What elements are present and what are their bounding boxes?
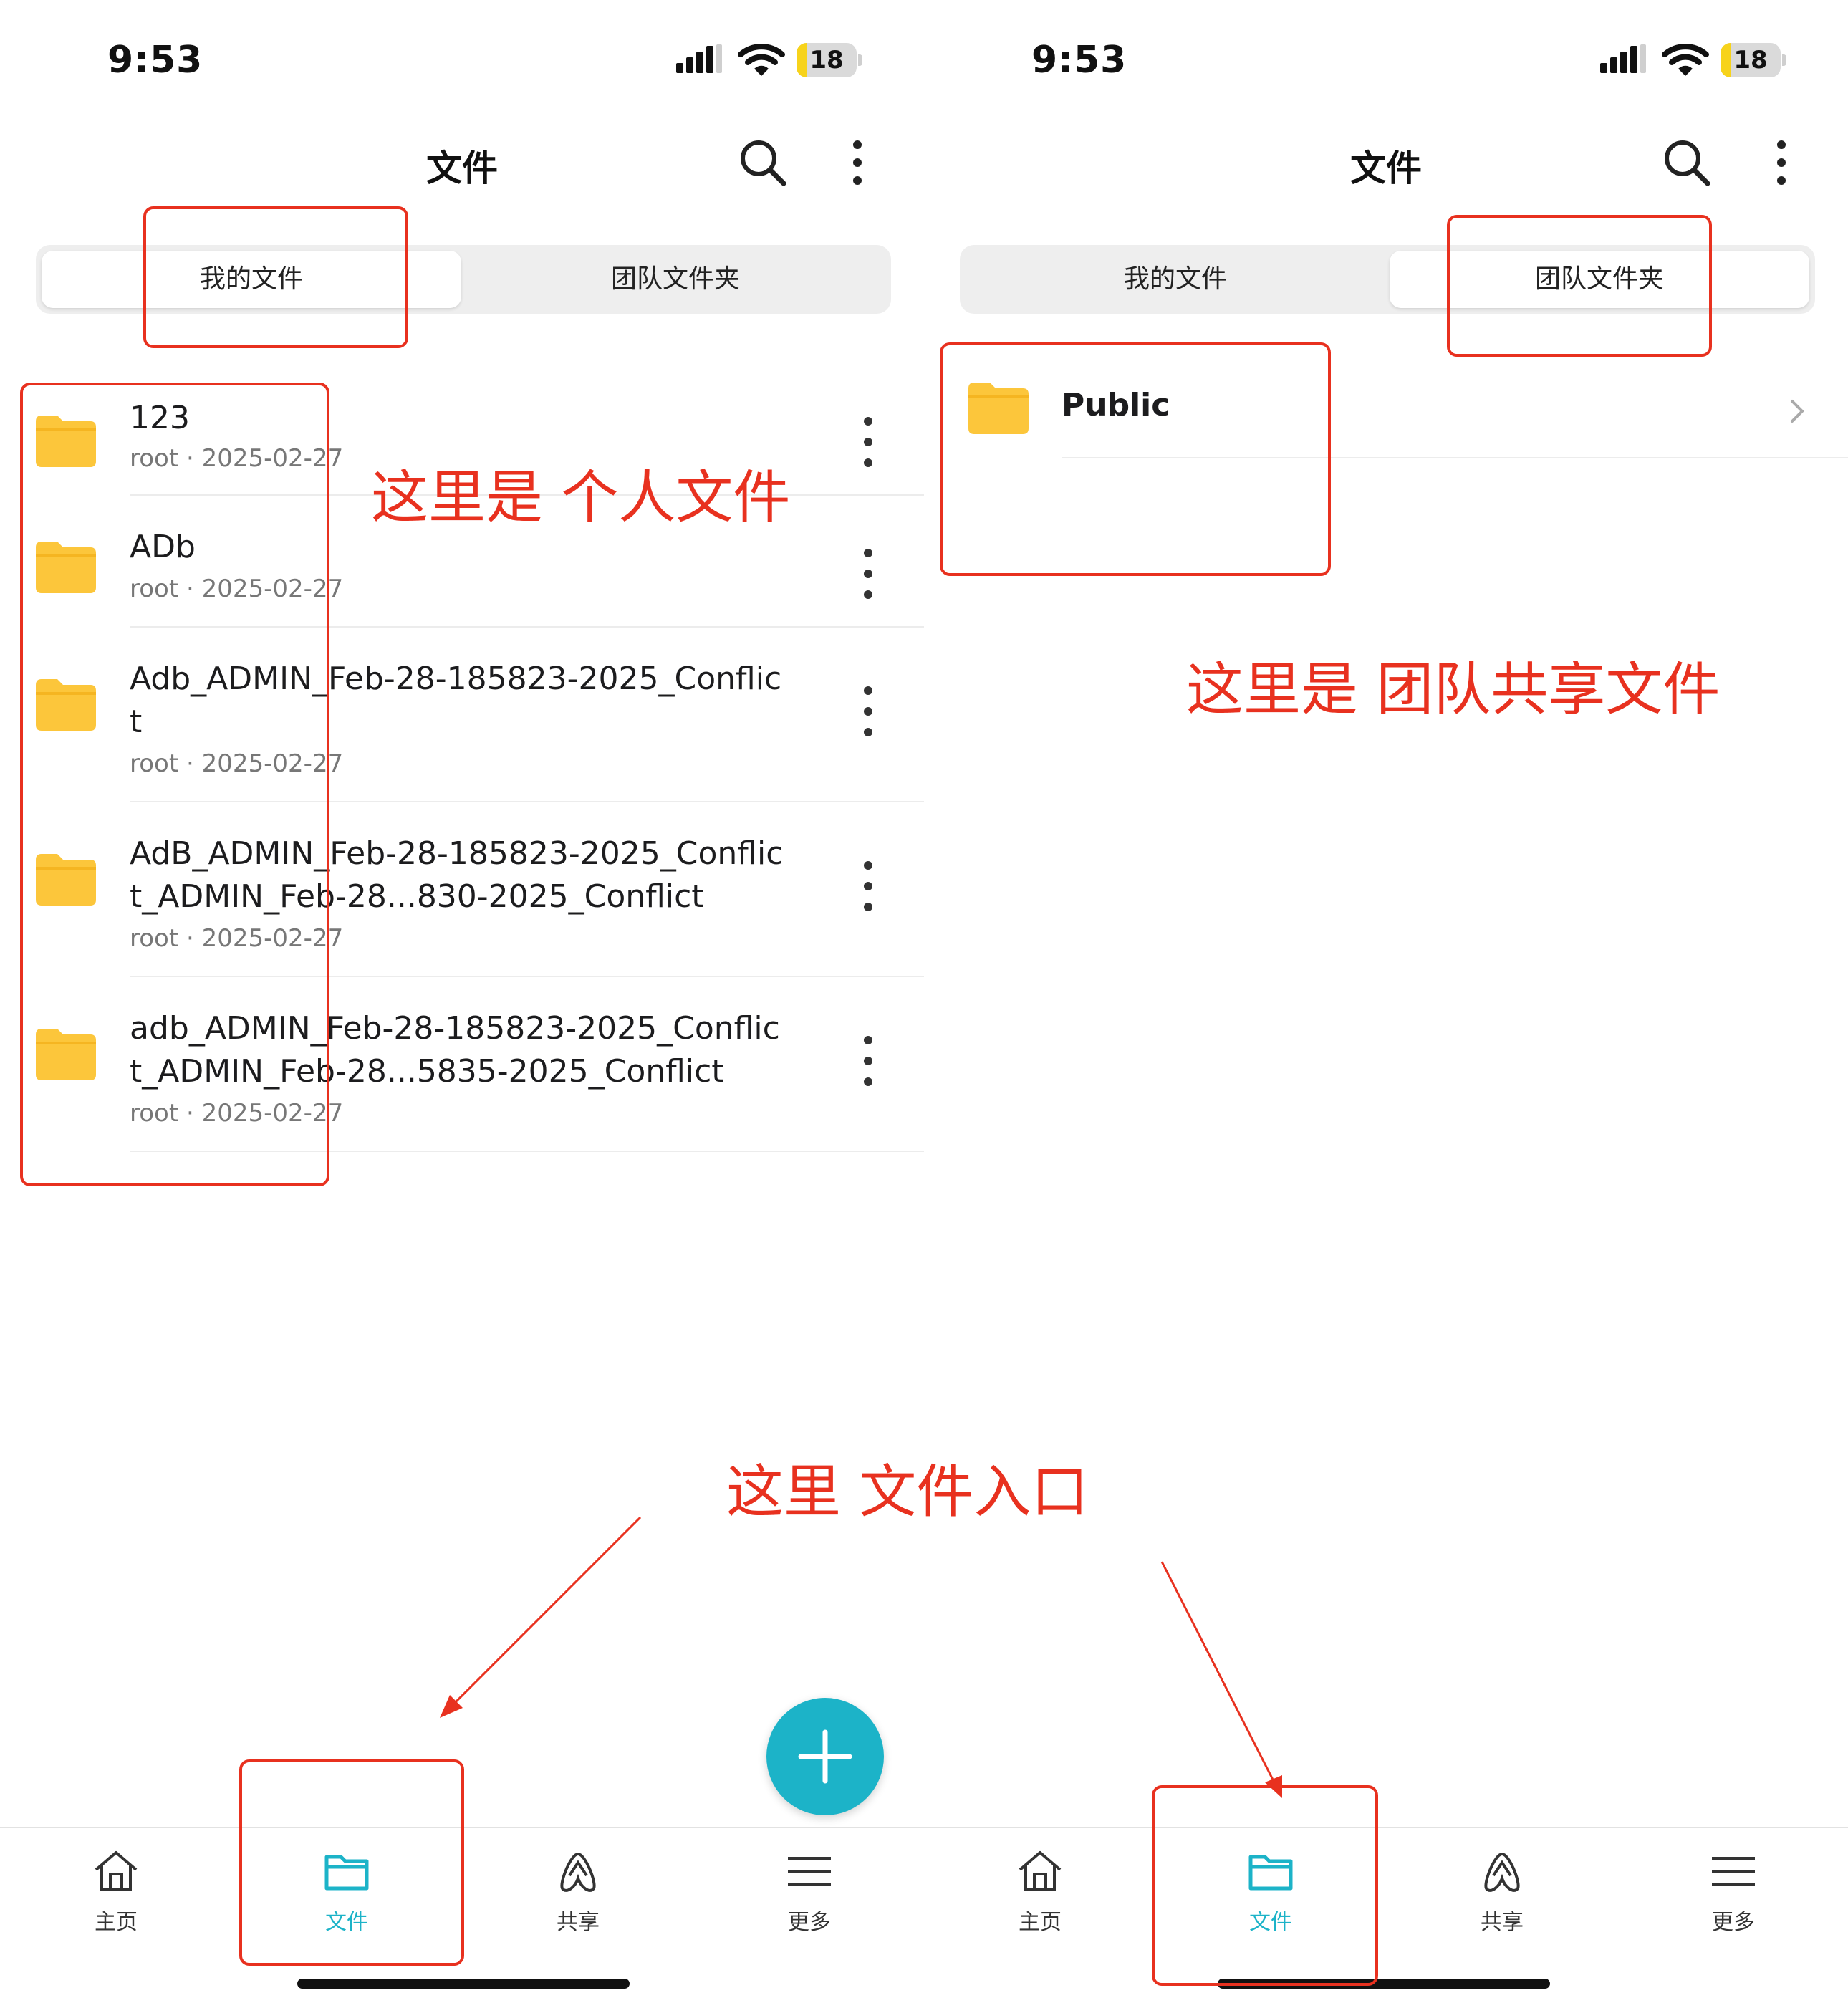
nav-label: 主页 — [95, 1910, 138, 1935]
annotation-box-team-tab — [1447, 215, 1712, 357]
cellular-signal-icon — [1600, 44, 1646, 73]
more-options-icon[interactable] — [839, 138, 875, 188]
tab-my-files[interactable]: 我的文件 — [966, 251, 1385, 308]
row-more-icon[interactable] — [852, 416, 884, 469]
more-options-icon[interactable] — [1763, 138, 1799, 188]
annotation-box-team-folder — [940, 342, 1331, 576]
cellular-signal-icon — [676, 44, 722, 73]
nav-label: 共享 — [557, 1910, 600, 1935]
status-time: 9:53 — [107, 39, 203, 82]
nav-home[interactable]: 主页 — [44, 1828, 188, 1950]
nav-more[interactable]: 更多 — [1662, 1828, 1805, 1950]
search-icon[interactable] — [738, 138, 788, 188]
battery-level: 18 — [1733, 46, 1768, 75]
nav-label: 主页 — [1019, 1910, 1062, 1935]
battery-icon: 18 — [1721, 43, 1786, 77]
row-more-icon[interactable] — [852, 860, 884, 913]
annotation-box-file-list — [20, 383, 329, 1186]
row-more-icon[interactable] — [852, 1034, 884, 1087]
share-icon — [560, 1852, 596, 1892]
tab-team-folders[interactable]: 团队文件夹 — [466, 251, 885, 308]
add-button[interactable] — [766, 1698, 884, 1815]
chevron-right-icon — [1791, 400, 1804, 423]
status-time: 9:53 — [1031, 39, 1127, 82]
nav-home[interactable]: 主页 — [968, 1828, 1112, 1950]
share-icon — [1484, 1852, 1520, 1892]
annotation-box-files-nav — [239, 1759, 464, 1966]
annotation-personal-files: 这里是 个人文件 — [371, 464, 791, 531]
nav-more[interactable]: 更多 — [738, 1828, 881, 1950]
battery-level: 18 — [809, 46, 844, 75]
home-icon — [1019, 1851, 1062, 1891]
home-icon — [95, 1851, 138, 1891]
wifi-icon — [738, 44, 785, 76]
battery-icon: 18 — [797, 43, 862, 77]
nav-label: 更多 — [1712, 1910, 1755, 1935]
nav-share[interactable]: 共享 — [506, 1828, 650, 1950]
plus-icon — [798, 1729, 852, 1784]
nav-label: 共享 — [1481, 1910, 1524, 1935]
menu-icon — [1712, 1857, 1755, 1886]
home-indicator — [297, 1979, 630, 1989]
nav-label: 更多 — [788, 1910, 831, 1935]
bottom-nav: 主页 文件 共享 更多 — [924, 1827, 1848, 2003]
annotation-box-files-nav-right — [1152, 1785, 1378, 1986]
annotation-box-my-files-tab — [143, 206, 408, 348]
search-icon[interactable] — [1662, 138, 1712, 188]
annotation-files-entry: 这里 文件入口 — [726, 1459, 1089, 1525]
nav-share[interactable]: 共享 — [1430, 1828, 1574, 1950]
row-more-icon[interactable] — [852, 685, 884, 738]
menu-icon — [788, 1857, 831, 1886]
annotation-team-files: 这里是 团队共享文件 — [1186, 656, 1721, 723]
wifi-icon — [1662, 44, 1709, 76]
row-more-icon[interactable] — [852, 547, 884, 600]
